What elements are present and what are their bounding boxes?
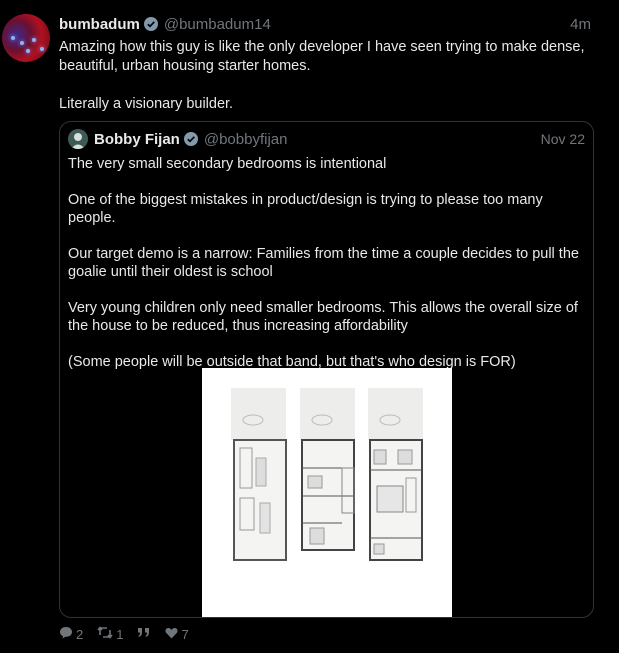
reply-count: 2	[76, 626, 84, 642]
avatar[interactable]	[2, 14, 50, 62]
tweet-header: bumbadum @bumbadum14 4m	[59, 14, 591, 34]
reply-icon	[59, 626, 73, 642]
tweet-paragraph: Literally a visionary builder.	[59, 96, 234, 112]
quote-author-handle[interactable]: @bobbyfijan	[204, 131, 288, 148]
quote-paragraph: Our target demo is a narrow: Families fr…	[68, 246, 579, 280]
quote-time[interactable]: Nov 22	[541, 131, 585, 147]
quote-paragraph: One of the biggest mistakes in product/d…	[68, 192, 543, 226]
quote-avatar[interactable]	[68, 129, 88, 149]
retweet-icon	[97, 626, 113, 642]
quote-header: Bobby Fijan @bobbyfijan Nov 22	[68, 128, 585, 150]
quote-icon	[137, 627, 151, 642]
author-handle[interactable]: @bumbadum14	[164, 16, 271, 33]
tweet-actions: 2 1 7	[59, 625, 189, 643]
like-count: 7	[181, 626, 189, 642]
verified-badge-icon	[143, 17, 158, 31]
quote-paragraph: The very small secondary bedrooms is int…	[68, 156, 387, 172]
reply-button[interactable]: 2	[59, 626, 83, 642]
retweet-count: 1	[116, 626, 124, 642]
tweet: bumbadum @bumbadum14 4m Amazing how this…	[0, 0, 619, 653]
tweet-paragraph: Amazing how this guy is like the only de…	[59, 39, 585, 74]
author-name[interactable]: bumbadum	[59, 16, 140, 33]
heart-icon	[165, 627, 178, 642]
quote-tweet-button[interactable]	[137, 627, 151, 642]
floor-plan-image[interactable]	[202, 368, 452, 617]
like-button[interactable]: 7	[165, 626, 189, 642]
tweet-text: Amazing how this guy is like the only de…	[59, 38, 604, 114]
quote-paragraph: Very young children only need smaller be…	[68, 300, 578, 334]
tweet-time[interactable]: 4m	[570, 16, 591, 33]
quote-text: The very small secondary bedrooms is int…	[68, 155, 588, 389]
quote-author-name[interactable]: Bobby Fijan	[94, 131, 180, 148]
quoted-tweet[interactable]: Bobby Fijan @bobbyfijan Nov 22 The very …	[59, 121, 594, 618]
verified-badge-icon	[183, 132, 198, 146]
retweet-button[interactable]: 1	[97, 626, 123, 642]
